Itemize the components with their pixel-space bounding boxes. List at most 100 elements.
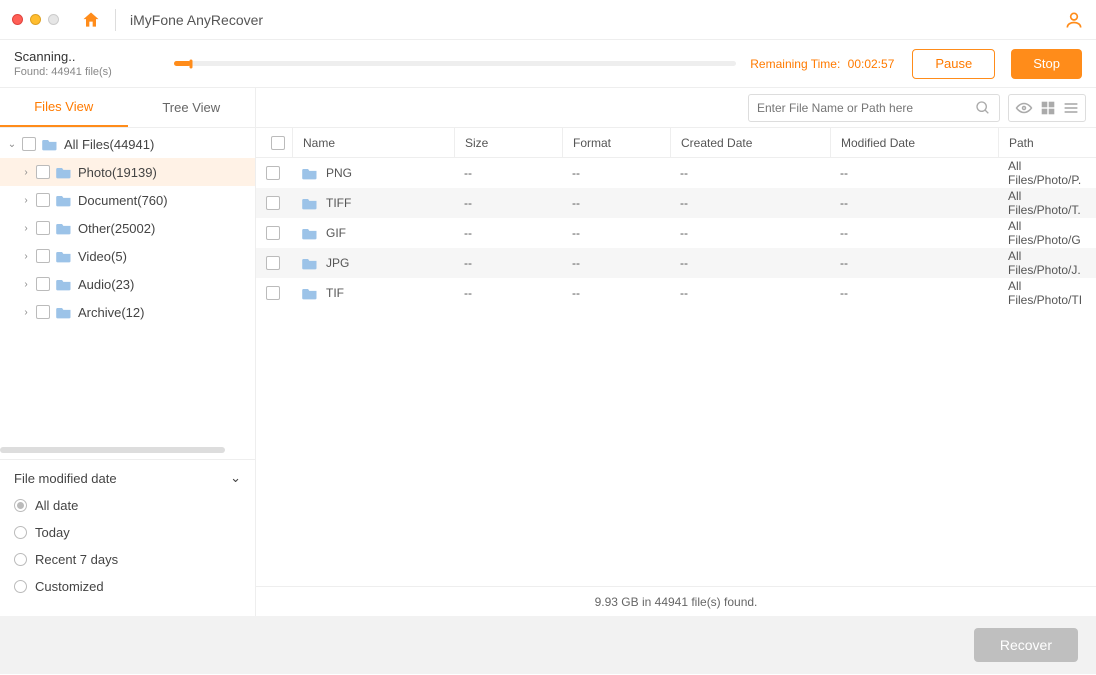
filter-panel: File modified date ⌄ All date Today Recent… <box>0 459 255 616</box>
stop-button[interactable]: Stop <box>1011 49 1082 79</box>
tree-label: Document(760) <box>78 193 168 208</box>
row-checkbox[interactable] <box>266 166 280 180</box>
tree-item[interactable]: › Other(25002) <box>0 214 255 242</box>
filter-option[interactable]: Customized <box>14 579 241 594</box>
folder-icon <box>302 197 318 210</box>
checkbox[interactable] <box>36 305 50 319</box>
table-row[interactable]: JPG -- -- -- -- All Files/Photo/J. <box>256 248 1096 278</box>
row-created: -- <box>670 166 830 180</box>
folder-icon <box>302 287 318 300</box>
radio-button[interactable] <box>14 499 27 512</box>
sidebar: Files View Tree View ⌄ All Files(44941) … <box>0 88 256 616</box>
status-bar: Scanning.. Found: 44941 file(s) Remainin… <box>0 40 1096 88</box>
row-path: All Files/Photo/J. <box>998 249 1096 277</box>
titlebar: iMyFone AnyRecover <box>0 0 1096 40</box>
tree-item[interactable]: › Archive(12) <box>0 298 255 326</box>
row-checkbox[interactable] <box>266 226 280 240</box>
filter-option-label: Customized <box>35 579 104 594</box>
filter-option[interactable]: All date <box>14 498 241 513</box>
divider <box>115 9 116 31</box>
folder-icon <box>302 257 318 270</box>
tree-item[interactable]: › Audio(23) <box>0 270 255 298</box>
checkbox[interactable] <box>36 221 50 235</box>
user-icon[interactable] <box>1064 10 1084 30</box>
grid-view-icon[interactable] <box>1041 101 1055 115</box>
folder-icon <box>56 166 72 179</box>
table-row[interactable]: TIF -- -- -- -- All Files/Photo/TI <box>256 278 1096 308</box>
folder-icon <box>56 306 72 319</box>
row-modified: -- <box>830 256 998 270</box>
content-area: Name Size Format Created Date Modified D… <box>256 88 1096 616</box>
row-created: -- <box>670 256 830 270</box>
row-modified: -- <box>830 196 998 210</box>
row-name: TIFF <box>326 196 351 210</box>
maximize-window-button[interactable] <box>48 14 59 25</box>
remaining-time-label: Remaining Time: 00:02:57 <box>750 57 894 71</box>
row-checkbox[interactable] <box>266 256 280 270</box>
scrollbar[interactable] <box>0 447 225 453</box>
row-format: -- <box>562 166 670 180</box>
filter-option-label: Recent 7 days <box>35 552 118 567</box>
view-mode-group <box>1008 94 1086 122</box>
close-window-button[interactable] <box>12 14 23 25</box>
row-size: -- <box>454 196 562 210</box>
folder-icon <box>302 167 318 180</box>
chevron-right-icon: › <box>20 307 32 318</box>
list-view-icon[interactable] <box>1063 101 1079 115</box>
radio-button[interactable] <box>14 526 27 539</box>
search-input[interactable] <box>757 101 975 115</box>
tree-item[interactable]: › Photo(19139) <box>0 158 255 186</box>
pause-button[interactable]: Pause <box>912 49 995 79</box>
row-modified: -- <box>830 226 998 240</box>
footer: Recover <box>0 616 1096 674</box>
radio-button[interactable] <box>14 580 27 593</box>
col-name[interactable]: Name <box>292 128 454 157</box>
filter-option[interactable]: Recent 7 days <box>14 552 241 567</box>
chevron-right-icon: › <box>20 167 32 178</box>
table-body: PNG -- -- -- -- All Files/Photo/P. TIFF … <box>256 158 1096 586</box>
select-all-checkbox[interactable] <box>271 136 285 150</box>
minimize-window-button[interactable] <box>30 14 41 25</box>
tab-files-view[interactable]: Files View <box>0 88 128 127</box>
chevron-right-icon: › <box>20 251 32 262</box>
tree-item[interactable]: › Document(760) <box>0 186 255 214</box>
row-path: All Files/Photo/TI <box>998 279 1096 307</box>
radio-button[interactable] <box>14 553 27 566</box>
tab-tree-view[interactable]: Tree View <box>128 88 256 127</box>
tree-item[interactable]: › Video(5) <box>0 242 255 270</box>
table-row[interactable]: TIFF -- -- -- -- All Files/Photo/T. <box>256 188 1096 218</box>
filter-header[interactable]: File modified date ⌄ <box>14 470 241 486</box>
col-modified[interactable]: Modified Date <box>830 128 998 157</box>
checkbox[interactable] <box>36 249 50 263</box>
tree-root[interactable]: ⌄ All Files(44941) <box>0 130 255 158</box>
col-format[interactable]: Format <box>562 128 670 157</box>
row-created: -- <box>670 286 830 300</box>
search-input-wrapper[interactable] <box>748 94 1000 122</box>
filter-title: File modified date <box>14 471 117 486</box>
checkbox[interactable] <box>36 193 50 207</box>
col-created[interactable]: Created Date <box>670 128 830 157</box>
found-count: Found: 44941 file(s) <box>14 66 174 78</box>
col-path[interactable]: Path <box>998 128 1096 157</box>
search-icon <box>975 100 991 116</box>
col-size[interactable]: Size <box>454 128 562 157</box>
table-row[interactable]: PNG -- -- -- -- All Files/Photo/P. <box>256 158 1096 188</box>
row-created: -- <box>670 226 830 240</box>
home-icon[interactable] <box>81 10 101 30</box>
checkbox[interactable] <box>22 137 36 151</box>
checkbox[interactable] <box>36 165 50 179</box>
eye-icon[interactable] <box>1015 101 1033 115</box>
checkbox[interactable] <box>36 277 50 291</box>
row-size: -- <box>454 286 562 300</box>
row-checkbox[interactable] <box>266 196 280 210</box>
tree-label: Audio(23) <box>78 277 134 292</box>
table-row[interactable]: GIF -- -- -- -- All Files/Photo/G <box>256 218 1096 248</box>
filter-option-label: All date <box>35 498 78 513</box>
folder-icon <box>56 250 72 263</box>
row-created: -- <box>670 196 830 210</box>
row-checkbox[interactable] <box>266 286 280 300</box>
chevron-down-icon: ⌄ <box>6 139 18 150</box>
recover-button[interactable]: Recover <box>974 628 1078 662</box>
filter-option[interactable]: Today <box>14 525 241 540</box>
summary-bar: 9.93 GB in 44941 file(s) found. <box>256 586 1096 616</box>
